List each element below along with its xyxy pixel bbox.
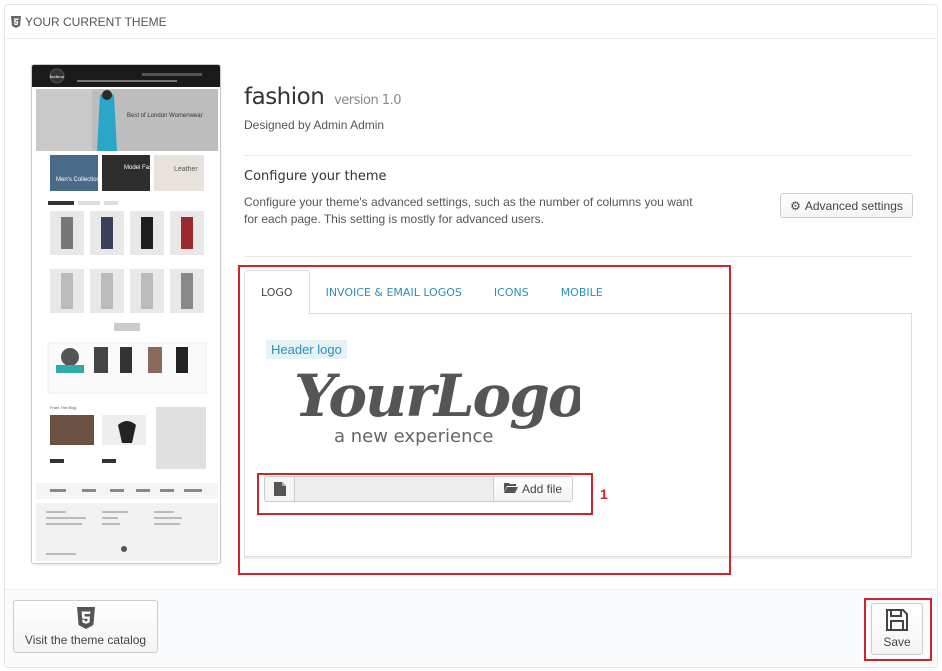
advanced-settings-button[interactable]: ⚙ Advanced settings bbox=[780, 193, 913, 218]
divider bbox=[244, 155, 912, 156]
annotation-box-upload bbox=[257, 473, 593, 515]
annotation-number-1: 1 bbox=[600, 486, 608, 502]
configure-description: Configure your theme's advanced settings… bbox=[244, 195, 693, 226]
divider bbox=[244, 256, 912, 257]
theme-author: Designed by Admin Admin bbox=[244, 118, 385, 132]
theme-name-heading: fashion version 1.0 bbox=[244, 84, 402, 110]
theme-preview-illustration: fashion Best of London Womenwear Men's C… bbox=[32, 65, 220, 561]
html5-icon bbox=[76, 606, 95, 629]
preview-blog-title: From The Blog bbox=[50, 405, 76, 410]
panel-title: YOUR CURRENT THEME bbox=[25, 14, 167, 29]
theme-name: fashion bbox=[244, 84, 325, 110]
preview-hero-text: Best of London Womenwear bbox=[127, 113, 203, 119]
preview-banner-3: Leather bbox=[174, 166, 198, 173]
html5-icon bbox=[11, 15, 21, 28]
theme-preview-image[interactable]: fashion Best of London Womenwear Men's C… bbox=[31, 64, 221, 564]
catalog-button-label: Visit the theme catalog bbox=[24, 632, 147, 647]
annotation-box-save bbox=[864, 598, 932, 661]
theme-version: version 1.0 bbox=[334, 93, 402, 108]
gear-icon: ⚙ bbox=[790, 198, 801, 213]
advanced-settings-label: Advanced settings bbox=[804, 198, 903, 213]
preview-brand: fashion bbox=[50, 74, 65, 79]
panel-heading: YOUR CURRENT THEME bbox=[5, 5, 937, 39]
annotation-box-tabs bbox=[238, 265, 731, 575]
configure-title: Configure your theme bbox=[244, 169, 387, 184]
visit-theme-catalog-button[interactable]: Visit the theme catalog bbox=[13, 600, 158, 653]
